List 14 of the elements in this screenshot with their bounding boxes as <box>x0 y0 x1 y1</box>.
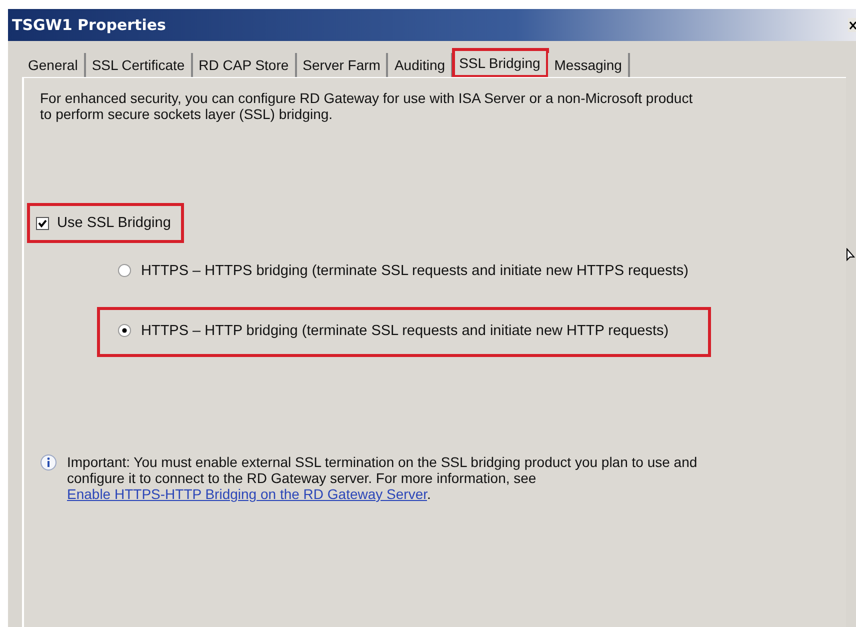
description-text: For enhanced security, you can configure RD Gateway for use with ISA Server or a non-Microsoft product to perform secure sockets layer (SSL) bridging. <box>40 90 694 122</box>
bridging-option[interactable]: HTTPS – HTTP bridging (terminate SSL requests and initiate new HTTP requests) <box>100 310 708 354</box>
bridging-option[interactable]: HTTPS – HTTPS bridging (terminate SSL requests and initiate new HTTPS requests) <box>112 254 720 288</box>
ssl-bridging-checkbox[interactable]: Use SSL Bridging <box>30 206 181 240</box>
close-icon[interactable] <box>848 18 856 32</box>
tab[interactable]: Messaging <box>548 53 630 77</box>
info-icon <box>40 454 57 471</box>
help-link[interactable]: Enable HTTPS-HTTP Bridging on the RD Gateway Server <box>67 486 428 502</box>
checkbox-icon[interactable] <box>36 216 49 230</box>
tab[interactable]: SSL Bridging <box>453 49 548 77</box>
radio-icon[interactable] <box>118 264 131 277</box>
window-title: TSGW1 Properties <box>11 16 166 34</box>
info-text: Important: You must enable external SSL termination on the SSL bridging product you plan to use and configure it to connect to the RD Gateway server. For more information, see Enable HTTPS-HTTP Bridging on the RD Gateway Server. <box>67 454 698 502</box>
radio-icon[interactable] <box>118 324 131 337</box>
